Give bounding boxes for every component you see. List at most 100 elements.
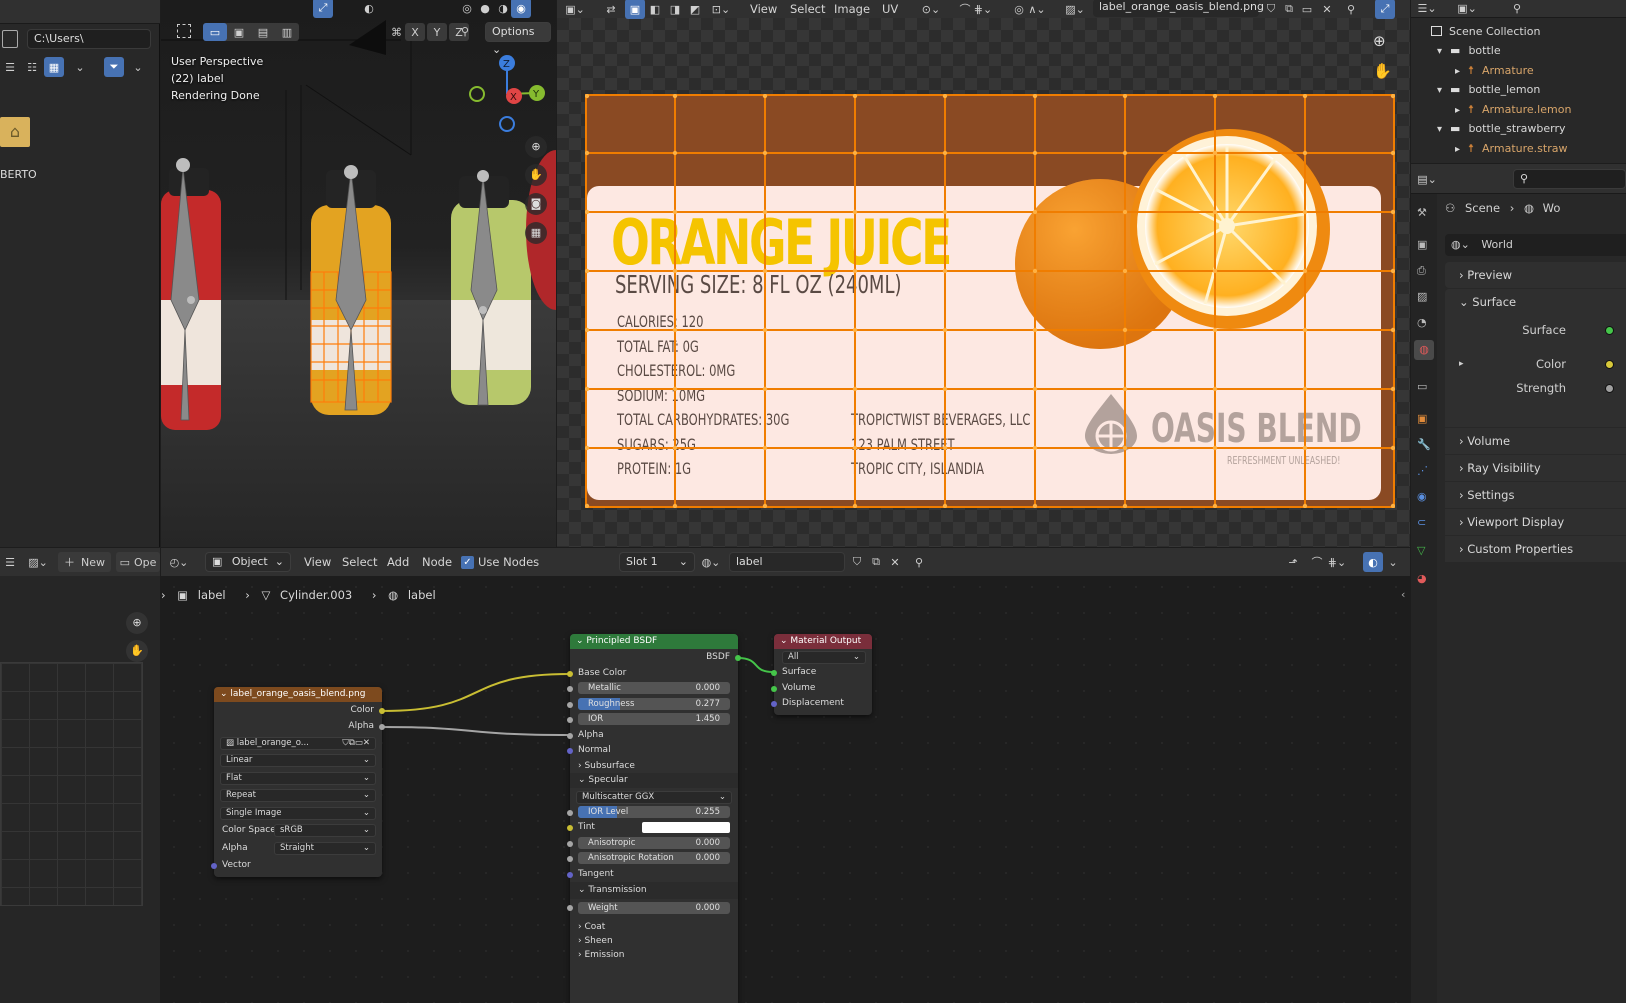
- uv-vertex[interactable]: [1302, 268, 1308, 274]
- shading-rendered-icon[interactable]: ◉: [511, 0, 531, 18]
- alpha-out-socket[interactable]: [379, 723, 385, 730]
- uv-vertex-icon[interactable]: ▣: [625, 0, 645, 19]
- uv-vertex[interactable]: [1032, 94, 1038, 99]
- node-header[interactable]: ⌄ Principled BSDF: [570, 634, 738, 649]
- data-tab-icon[interactable]: ▽: [1417, 544, 1425, 557]
- uv-vertex[interactable]: [1390, 386, 1395, 392]
- 3d-viewport[interactable]: ◎ ● ◑ ◉ ◐ ⤢ ▭ ▣ ▤ ▥ ⌘ X Y Z ⚲ Options ⌄ …: [161, 0, 556, 547]
- uv-vertex[interactable]: [672, 209, 678, 215]
- world-selector[interactable]: ◍⌄ World: [1445, 234, 1626, 256]
- panel-settings[interactable]: › Settings: [1445, 482, 1626, 508]
- uv-vertex[interactable]: [1122, 386, 1128, 392]
- volume-in-socket[interactable]: [771, 685, 777, 692]
- node-header[interactable]: ⌄ label_orange_oasis_blend.png: [214, 687, 382, 702]
- uv-vertex[interactable]: [1390, 445, 1395, 451]
- panel-preview[interactable]: › Preview: [1445, 262, 1626, 288]
- hand-pan-icon[interactable]: ✋: [126, 640, 148, 662]
- displacement-in-socket[interactable]: [771, 701, 777, 707]
- image-pan-icon[interactable]: ✋: [1373, 62, 1392, 80]
- uv-vertex[interactable]: [672, 268, 678, 274]
- uv-vertex[interactable]: [942, 268, 948, 274]
- uv-vertex[interactable]: [762, 386, 768, 392]
- normal-socket[interactable]: [567, 748, 573, 754]
- uv-vertex[interactable]: [1122, 445, 1128, 451]
- ior-level-socket[interactable]: [567, 809, 573, 816]
- uv-vertex[interactable]: [585, 386, 590, 392]
- uv-vertex[interactable]: [942, 327, 948, 333]
- duplicate-icon[interactable]: ⧉: [1279, 0, 1299, 19]
- uv-vertex[interactable]: [1122, 150, 1128, 156]
- uv-vertex[interactable]: [1212, 150, 1218, 156]
- uv-vertex[interactable]: [942, 445, 948, 451]
- anisotropic-slider[interactable]: Anisotropic 0.000: [578, 836, 730, 849]
- render-tab-icon[interactable]: ▣: [1417, 238, 1427, 251]
- list-view-icon[interactable]: ☰: [0, 57, 20, 77]
- uv-vertex[interactable]: [1390, 268, 1395, 274]
- ior-socket[interactable]: [567, 717, 573, 723]
- uv-vertex[interactable]: [1212, 386, 1218, 392]
- uv-vertex[interactable]: [1032, 503, 1038, 508]
- uv-vertex[interactable]: [762, 150, 768, 156]
- uv-vertex[interactable]: [1302, 386, 1308, 392]
- panel-surface[interactable]: ⌄ Surface: [1445, 289, 1626, 315]
- uv-vertex[interactable]: [1212, 94, 1218, 99]
- alpha-socket[interactable]: [567, 732, 573, 739]
- extension-dropdown[interactable]: Repeat ⌄: [220, 789, 376, 802]
- uv-vertex[interactable]: [852, 386, 858, 392]
- metallic-slider[interactable]: Metallic 0.000: [578, 682, 730, 694]
- distribution-dropdown[interactable]: Multiscatter GGX ⌄: [576, 790, 732, 804]
- principled-bsdf-node[interactable]: ⌄ Principled BSDF BSDF Base Color Metall…: [567, 634, 741, 1003]
- proportional-edit-icon[interactable]: ◎: [1009, 0, 1029, 19]
- uv-vertex[interactable]: [585, 150, 590, 156]
- particles-tab-icon[interactable]: ⋰: [1417, 464, 1428, 477]
- bookmark-icon[interactable]: [2, 30, 18, 48]
- output-tab-icon[interactable]: ⎙: [1417, 264, 1426, 278]
- select-new-icon[interactable]: ▭: [203, 23, 227, 41]
- uv-vertex[interactable]: [942, 94, 948, 99]
- image-zoom-icon[interactable]: ⊕: [1373, 32, 1386, 50]
- anisotropic-socket[interactable]: [567, 840, 573, 847]
- unlink-icon[interactable]: ✕: [1317, 0, 1337, 19]
- uv-vertex[interactable]: [762, 445, 768, 451]
- expand-down-icon[interactable]: ▾: [1437, 46, 1442, 57]
- sheen-panel[interactable]: › Sheen: [570, 934, 738, 948]
- select-extend-icon[interactable]: ▣: [227, 23, 251, 41]
- aniso-rotation-socket[interactable]: [567, 856, 573, 862]
- outliner-editor-icon[interactable]: ☰⌄: [1417, 0, 1437, 18]
- color-space-dropdown[interactable]: sRGB ⌄: [274, 824, 376, 837]
- outliner-row[interactable]: ▾▬bottle_kiwi: [1411, 158, 1626, 163]
- bsdf-out-socket[interactable]: [735, 655, 741, 661]
- strength-socket[interactable]: [1605, 384, 1614, 393]
- image-browse-icon[interactable]: ▨⌄: [28, 552, 48, 572]
- uv-vertex[interactable]: [942, 386, 948, 392]
- image-name-field[interactable]: label_orange_oasis_blend.png: [1093, 0, 1264, 17]
- shading-wire-icon[interactable]: ◎: [457, 0, 477, 18]
- outliner-row[interactable]: ▾ ▬ bottle: [1411, 41, 1626, 61]
- uv-island-icon[interactable]: ◩: [685, 0, 705, 19]
- uv-vertex[interactable]: [1302, 94, 1308, 99]
- base-color-socket[interactable]: [567, 670, 573, 677]
- open-folder-icon[interactable]: ▭: [1297, 0, 1317, 19]
- uv-vertex[interactable]: [1212, 503, 1218, 508]
- uv-vertex[interactable]: [1212, 327, 1218, 333]
- source-dropdown[interactable]: Single Image ⌄: [220, 806, 376, 820]
- uv-vertex[interactable]: [762, 268, 768, 274]
- modifier-tab-icon[interactable]: 🔧: [1417, 438, 1431, 451]
- folder-icon[interactable]: ⌂: [0, 117, 30, 147]
- ior-level-slider[interactable]: IOR Level 0.255: [578, 805, 730, 818]
- weight-socket[interactable]: [567, 905, 573, 911]
- alpha-mode-dropdown[interactable]: Straight ⌄: [274, 841, 376, 855]
- uv-vertex[interactable]: [585, 268, 590, 274]
- image-editor[interactable]: ▣⌄ ⇄ ▣ ◧ ◨ ◩ ⊡⌄ View Select Image UV ⊙⌄ …: [557, 0, 1410, 547]
- object-tab-icon[interactable]: ▣: [1417, 412, 1427, 425]
- zoom-icon[interactable]: ⊕: [126, 612, 148, 634]
- specular-panel[interactable]: ⌄ Specular: [570, 772, 738, 788]
- menu-image[interactable]: Image: [827, 0, 877, 19]
- aniso-rotation-slider[interactable]: Anisotropic Rotation 0.000: [578, 852, 730, 864]
- fake-user-icon[interactable]: ⛉: [1261, 0, 1281, 19]
- uv-vertex[interactable]: [585, 445, 590, 451]
- pin-icon[interactable]: ⚲: [1341, 0, 1361, 19]
- uv-vertex[interactable]: [942, 209, 948, 215]
- uv-vertex[interactable]: [1212, 445, 1218, 451]
- chevron-down-icon[interactable]: ⌄: [70, 57, 90, 77]
